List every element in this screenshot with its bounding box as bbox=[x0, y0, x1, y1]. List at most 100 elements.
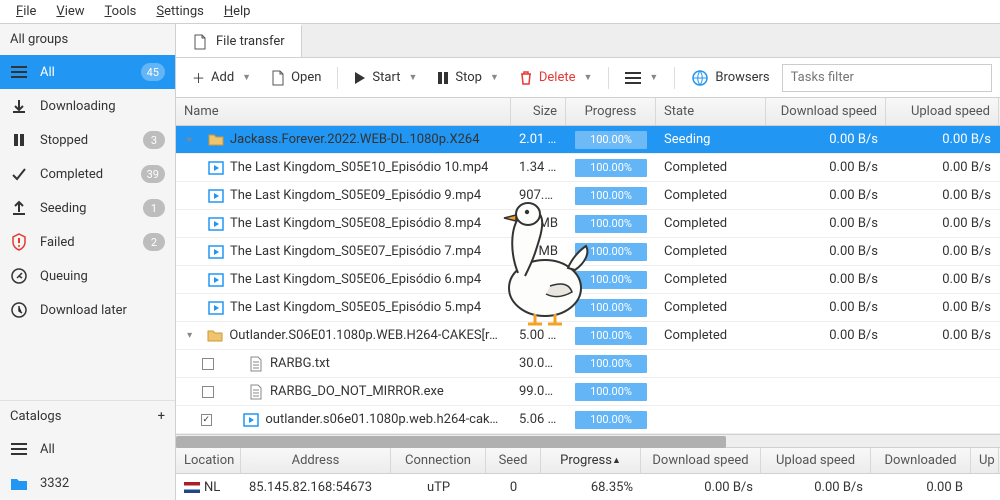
sidebar-item-completed[interactable]: Completed39 bbox=[0, 157, 175, 191]
h-scrollbar[interactable] bbox=[176, 434, 1000, 448]
menu-tools[interactable]: Tools bbox=[97, 2, 145, 21]
menu-button[interactable]: ▼ bbox=[617, 67, 666, 89]
sidebar-groups-label: All groups bbox=[10, 32, 68, 47]
pcol-ul-speed[interactable]: Upload speed bbox=[761, 448, 871, 473]
catalog-item[interactable]: 3332 bbox=[0, 466, 175, 500]
peer-row[interactable]: NL 85.145.82.168:54673 uTP 0 68.35% 0.00… bbox=[176, 474, 1000, 500]
video-icon bbox=[208, 160, 224, 176]
col-progress[interactable]: Progress bbox=[566, 98, 656, 125]
add-button[interactable]: ＋Add▼ bbox=[184, 63, 259, 92]
file-state: Completed bbox=[656, 272, 766, 287]
file-name: The Last Kingdom_S05E06_Episódio 6.mp4 bbox=[230, 272, 481, 287]
sidebar-item-seeding[interactable]: Seeding1 bbox=[0, 191, 175, 225]
table-row[interactable]: The Last Kingdom_S05E05_Episódio 5.mp410… bbox=[176, 294, 1000, 322]
file-state: Completed bbox=[656, 244, 766, 259]
table-row[interactable]: The Last Kingdom_S05E07_Episódio 7.mp466… bbox=[176, 238, 1000, 266]
browsers-button[interactable]: Browsers bbox=[683, 64, 777, 92]
table-row[interactable]: ✓ outlander.s06e01.1080p.web.h264-cakes.m… bbox=[176, 406, 1000, 434]
catalog-item[interactable]: All bbox=[0, 432, 175, 466]
sidebar-icon bbox=[10, 131, 28, 149]
start-button[interactable]: Start▼ bbox=[346, 65, 425, 90]
delete-button[interactable]: Delete▼ bbox=[511, 65, 601, 91]
ul-speed: 0.00 B/s bbox=[886, 132, 999, 147]
progress-bar: 100.00% bbox=[575, 411, 647, 429]
trash-icon bbox=[519, 70, 533, 86]
table-row[interactable]: The Last Kingdom_S05E06_Episódio 6.mp410… bbox=[176, 266, 1000, 294]
col-ul-speed[interactable]: Upload speed bbox=[886, 98, 999, 125]
ul-speed: 0.00 B/s bbox=[886, 244, 999, 259]
chevron-down-icon: ▼ bbox=[242, 72, 251, 83]
txt-icon bbox=[248, 356, 264, 372]
dl-speed: 0.00 B/s bbox=[766, 328, 886, 343]
scroll-thumb[interactable] bbox=[176, 436, 726, 448]
expand-icon[interactable]: ▸ bbox=[184, 134, 196, 145]
table-row[interactable]: The Last Kingdom_S05E10_Episódio 10.mp41… bbox=[176, 154, 1000, 182]
col-state[interactable]: State bbox=[656, 98, 766, 125]
folder-icon bbox=[208, 132, 224, 148]
file-name: The Last Kingdom_S05E07_Episódio 7.mp4 bbox=[230, 244, 481, 259]
pcol-downloaded[interactable]: Downloaded bbox=[871, 448, 971, 473]
menu-settings[interactable]: Settings bbox=[148, 2, 211, 21]
ul-speed: 0.00 B/s bbox=[886, 216, 999, 231]
pcol-location[interactable]: Location bbox=[176, 448, 241, 473]
sidebar-item-stopped[interactable]: Stopped3 bbox=[0, 123, 175, 157]
progress-bar: 100.00% bbox=[575, 187, 647, 205]
checkbox[interactable] bbox=[202, 358, 214, 370]
pcol-dl-speed[interactable]: Download speed bbox=[641, 448, 761, 473]
sidebar-groups-header: All groups bbox=[0, 24, 175, 55]
table-row[interactable]: The Last Kingdom_S05E09_Episódio 9.mp490… bbox=[176, 182, 1000, 210]
video-icon bbox=[208, 188, 224, 204]
plus-icon: ＋ bbox=[192, 68, 205, 87]
sidebar-label: Download later bbox=[40, 303, 165, 318]
table-row[interactable]: RARBG_DO_NOT_MIRROR.exe99.00 B100.00% bbox=[176, 378, 1000, 406]
peer-connection: uTP bbox=[391, 480, 486, 495]
chevron-down-icon: ▼ bbox=[584, 72, 593, 83]
table-row[interactable]: ▸Jackass.Forever.2022.WEB-DL.1080p.X2642… bbox=[176, 126, 1000, 154]
file-state: Seeding bbox=[656, 132, 766, 147]
pcol-uploaded[interactable]: Up bbox=[971, 448, 999, 473]
stop-button[interactable]: Stop▼ bbox=[429, 65, 506, 90]
pcol-connection[interactable]: Connection bbox=[391, 448, 486, 473]
file-state: Completed bbox=[656, 328, 766, 343]
sidebar-icon bbox=[10, 63, 28, 81]
col-dl-speed[interactable]: Download speed bbox=[766, 98, 886, 125]
sidebar-icon bbox=[10, 165, 28, 183]
chevron-down-icon: ▼ bbox=[490, 72, 499, 83]
sidebar-label: Stopped bbox=[40, 133, 131, 148]
menu-help[interactable]: Help bbox=[216, 2, 259, 21]
folder-icon bbox=[207, 328, 223, 344]
sidebar-item-downloading[interactable]: Downloading bbox=[0, 89, 175, 123]
add-catalog-icon[interactable]: + bbox=[158, 409, 165, 424]
menu-file[interactable]: FFileile bbox=[8, 2, 44, 21]
file-name: outlander.s06e01.1080p.web.h264-cakes.mk… bbox=[265, 412, 503, 427]
table-row[interactable]: ▾ Outlander.S06E01.1080p.WEB.H264-CAKES[r… bbox=[176, 322, 1000, 350]
table-row[interactable]: RARBG.txt30.00 B100.00% bbox=[176, 350, 1000, 378]
sidebar-item-download-later[interactable]: Download later bbox=[0, 293, 175, 327]
table-row[interactable]: The Last Kingdom_S05E08_Episódio 8.mp419… bbox=[176, 210, 1000, 238]
expand-icon[interactable]: ▾ bbox=[184, 330, 195, 341]
tab-label: File transfer bbox=[216, 34, 285, 49]
col-size[interactable]: Size bbox=[511, 98, 566, 125]
open-button[interactable]: Open bbox=[263, 65, 329, 91]
document-icon bbox=[192, 34, 208, 50]
table-body: ▸Jackass.Forever.2022.WEB-DL.1080p.X2642… bbox=[176, 126, 1000, 434]
progress-bar: 100.00% bbox=[575, 383, 647, 401]
pcol-seed[interactable]: Seed bbox=[486, 448, 541, 473]
tasks-filter-input[interactable] bbox=[782, 64, 992, 92]
sidebar-icon bbox=[10, 199, 28, 217]
video-icon bbox=[208, 272, 224, 288]
sidebar-item-all[interactable]: All45 bbox=[0, 55, 175, 89]
sidebar-item-failed[interactable]: Failed2 bbox=[0, 225, 175, 259]
sidebar-item-queuing[interactable]: Queuing bbox=[0, 259, 175, 293]
checkbox[interactable] bbox=[202, 386, 214, 398]
col-name[interactable]: Name bbox=[176, 98, 511, 125]
menu-view[interactable]: View bbox=[48, 2, 92, 21]
dl-speed: 0.00 B/s bbox=[766, 132, 886, 147]
checkbox[interactable]: ✓ bbox=[201, 414, 212, 426]
pcol-progress[interactable]: Progress ▲ bbox=[541, 448, 641, 473]
pcol-address[interactable]: Address bbox=[241, 448, 391, 473]
file-name: Outlander.S06E01.1080p.WEB.H264-CAKES[ra… bbox=[229, 328, 503, 343]
file-size: 1.34 GB bbox=[511, 160, 566, 175]
tab-file-transfer[interactable]: File transfer bbox=[176, 24, 302, 57]
sidebar-icon bbox=[10, 301, 28, 319]
